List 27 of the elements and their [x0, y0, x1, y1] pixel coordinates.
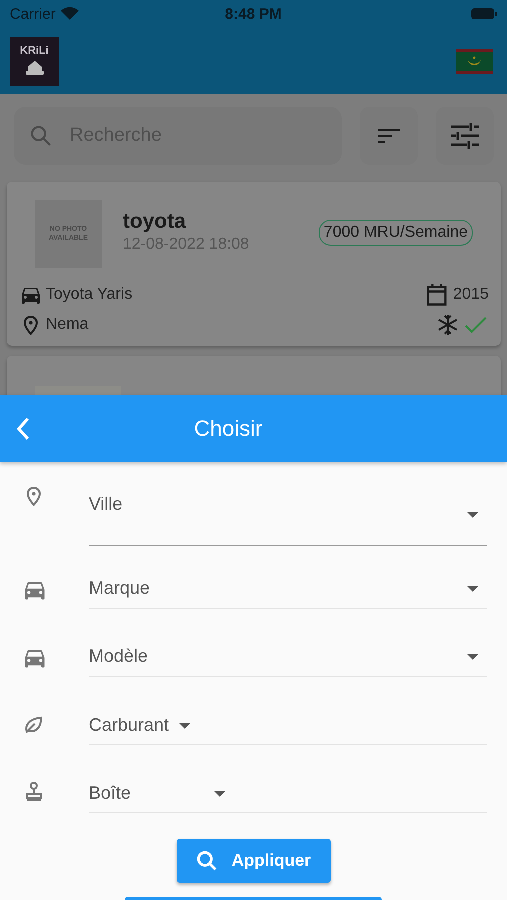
dropdown-field[interactable]: Ville: [89, 484, 487, 546]
price-tag: 7000 MRU/Semaine: [318, 220, 473, 246]
dropdown-arrow-icon: [467, 654, 479, 660]
battery-icon: [470, 8, 497, 20]
carrier-label: Carrier: [10, 6, 56, 22]
sheet-title: Choisir: [193, 416, 264, 442]
car-model: Toyota Yaris: [46, 286, 133, 304]
listing-title: toyota: [123, 210, 188, 234]
back-chevron-icon: [16, 416, 30, 440]
sort-icon: [377, 127, 401, 145]
dropdown-field[interactable]: Carburant: [89, 707, 487, 745]
app-logo: KRiLi: [10, 36, 59, 86]
status-time: 8:48 PM: [225, 6, 282, 22]
city-name: Nema: [46, 316, 89, 334]
snowflake-icon: [436, 313, 460, 337]
sliders-icon: [450, 122, 480, 150]
dropdown-arrow-icon: [467, 586, 479, 592]
dropdown-arrow-icon: [467, 512, 479, 518]
dropdown-arrow-icon: [179, 722, 192, 728]
search-icon: [196, 850, 218, 872]
dropdown-arrow-icon: [214, 790, 226, 796]
car-year: 2015: [453, 286, 489, 304]
dropdown-field[interactable]: Modèle: [89, 637, 487, 677]
wifi-icon: [60, 7, 79, 21]
dropdown-field[interactable]: Boîte: [89, 775, 487, 813]
flag-icon[interactable]: [456, 48, 493, 74]
dropdown-field[interactable]: Marque: [89, 569, 487, 609]
